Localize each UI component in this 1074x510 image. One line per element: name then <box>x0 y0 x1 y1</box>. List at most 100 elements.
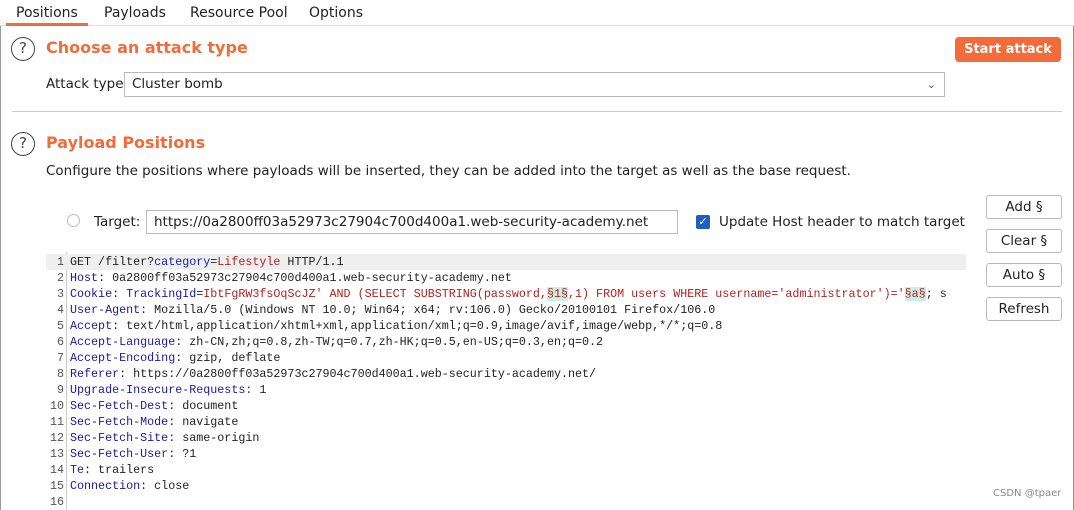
target-input[interactable]: https://0a2800ff03a52973c27904c700d400a1… <box>146 210 678 234</box>
token: Sec-Fetch-Mode <box>70 415 169 429</box>
payload-positions-description: Configure the positions where payloads w… <box>46 163 851 179</box>
add-marker-button[interactable]: Add § <box>986 195 1062 219</box>
line-number: 12 <box>49 431 64 445</box>
request-line: 4 User-Agent: Mozilla/5.0 (Windows NT 10.… <box>46 302 966 318</box>
request-line: 5 Accept: text/html,application/xhtml+xml… <box>46 318 966 334</box>
line-number: 1 <box>56 255 64 269</box>
line-number: 14 <box>49 463 64 477</box>
request-line: 16 <box>46 494 966 510</box>
token: ; <box>925 287 940 301</box>
target-label: Target: <box>94 214 141 230</box>
line-content: Sec-Fetch-Site: same-origin <box>70 430 259 446</box>
token: : <box>112 287 127 301</box>
token: User-Agent <box>70 303 141 317</box>
payload-marker: §a§ <box>904 287 926 301</box>
token: Te <box>70 463 85 477</box>
attack-type-label: Attack type: <box>46 76 129 92</box>
attack-type-value: Cluster bomb <box>132 76 223 92</box>
request-line: 3 Cookie: TrackingId=IbtFgRW3fsOqScJZ' AN… <box>46 286 966 302</box>
line-content: Sec-Fetch-Mode: navigate <box>70 414 238 430</box>
token: : navigate <box>168 415 239 429</box>
token: Referer <box>70 367 120 381</box>
token: : Mozilla/5.0 (Windows NT 10.0; Win64; x… <box>140 303 716 317</box>
line-content: User-Agent: Mozilla/5.0 (Windows NT 10.0… <box>70 302 715 318</box>
token: s <box>939 287 947 301</box>
line-content: Host: 0a2800ff03a52973c27904c700d400a1.w… <box>70 270 512 286</box>
token: HTTP/1.1 <box>280 255 344 269</box>
line-number: 16 <box>49 495 64 509</box>
line-content: Referer: https://0a2800ff03a52973c27904c… <box>70 366 596 382</box>
request-line: 15 Connection: close <box>46 478 966 494</box>
crosshair-icon <box>67 214 80 227</box>
line-content: Te: trailers <box>70 462 154 478</box>
line-content: Cookie: TrackingId=IbtFgRW3fsOqScJZ' AND… <box>70 286 947 302</box>
line-content: Upgrade-Insecure-Requests: 1 <box>70 382 266 398</box>
start-attack-button[interactable]: Start attack <box>955 37 1061 62</box>
tab-bar: Positions Payloads Resource Pool Options <box>0 0 1074 26</box>
token: IbtFgRW3fsOqScJZ' AND (SELECT SUBSTRING(… <box>203 287 547 301</box>
token: ,1) FROM users WHERE username='administr… <box>568 287 905 301</box>
line-number: 8 <box>56 367 64 381</box>
token: Accept-Language <box>70 335 176 349</box>
line-content: Sec-Fetch-User: ?1 <box>70 446 196 462</box>
token: : 0a2800ff03a52973c27904c700d400a1.web-s… <box>98 271 512 285</box>
token: : ?1 <box>168 447 197 461</box>
payload-marker: §1§ <box>546 287 568 301</box>
token: Lifestyle <box>217 255 281 269</box>
request-line: 9 Upgrade-Insecure-Requests: 1 <box>46 382 966 398</box>
token: Cookie <box>70 287 113 301</box>
token: GET /filter? <box>70 255 155 269</box>
line-content: Accept-Language: zh-CN,zh;q=0.8,zh-TW;q=… <box>70 334 603 350</box>
token: Sec-Fetch-Dest <box>70 399 169 413</box>
payload-positions-heading: Payload Positions <box>46 133 206 152</box>
attack-type-heading: Choose an attack type <box>46 38 248 57</box>
request-line: 8 Referer: https://0a2800ff03a52973c27904… <box>46 366 966 382</box>
line-content: Connection: close <box>70 478 189 494</box>
help-icon[interactable]: ? <box>11 37 35 61</box>
clear-markers-button[interactable]: Clear § <box>986 229 1062 253</box>
request-line: 14 Te: trailers <box>46 462 966 478</box>
line-content: Accept-Encoding: gzip, deflate <box>70 350 280 366</box>
token: Sec-Fetch-Site <box>70 431 169 445</box>
request-line: 6 Accept-Language: zh-CN,zh;q=0.8,zh-TW;q… <box>46 334 966 350</box>
line-number: 4 <box>56 303 64 317</box>
token: TrackingId <box>126 287 197 301</box>
divider <box>12 111 1062 112</box>
token: : same-origin <box>168 431 260 445</box>
request-line: 11 Sec-Fetch-Mode: navigate <box>46 414 966 430</box>
line-number: 7 <box>56 351 64 365</box>
update-host-checkbox[interactable]: ✓ <box>696 215 710 229</box>
line-content: Accept: text/html,application/xhtml+xml,… <box>70 318 722 334</box>
token: : document <box>168 399 239 413</box>
update-host-label: Update Host header to match target <box>719 214 965 230</box>
auto-markers-button[interactable]: Auto § <box>986 263 1062 287</box>
token: Connection <box>70 479 141 493</box>
token: : gzip, deflate <box>175 351 281 365</box>
request-line: 7 Accept-Encoding: gzip, deflate <box>46 350 966 366</box>
line-number: 3 <box>56 287 64 301</box>
watermark: CSDN @tpaer <box>993 488 1062 499</box>
request-line: 10 Sec-Fetch-Dest: document <box>46 398 966 414</box>
line-content: GET /filter?category=Lifestyle HTTP/1.1 <box>70 254 344 270</box>
token: : 1 <box>245 383 267 397</box>
help-icon[interactable]: ? <box>11 132 35 156</box>
line-number: 11 <box>49 415 64 429</box>
line-number: 5 <box>56 319 64 333</box>
request-editor[interactable]: 1 GET /filter?category=Lifestyle HTTP/1.1… <box>46 252 966 510</box>
line-number: 13 <box>49 447 64 461</box>
line-number: 6 <box>56 335 64 349</box>
token: Accept-Encoding <box>70 351 176 365</box>
line-content: Sec-Fetch-Dest: document <box>70 398 238 414</box>
tab-options[interactable]: Options <box>309 0 363 26</box>
token: : https://0a2800ff03a52973c27904c700d400… <box>119 367 597 381</box>
token: Sec-Fetch-User <box>70 447 169 461</box>
line-number: 9 <box>56 383 64 397</box>
tab-payloads[interactable]: Payloads <box>104 0 166 26</box>
tab-resource-pool[interactable]: Resource Pool <box>190 0 288 26</box>
refresh-button[interactable]: Refresh <box>986 297 1062 321</box>
tab-positions[interactable]: Positions <box>6 0 88 26</box>
token: : trailers <box>84 463 155 477</box>
attack-type-select[interactable]: Cluster bomb ⌄ <box>124 72 945 97</box>
request-line: 12 Sec-Fetch-Site: same-origin <box>46 430 966 446</box>
line-number: 2 <box>56 271 64 285</box>
